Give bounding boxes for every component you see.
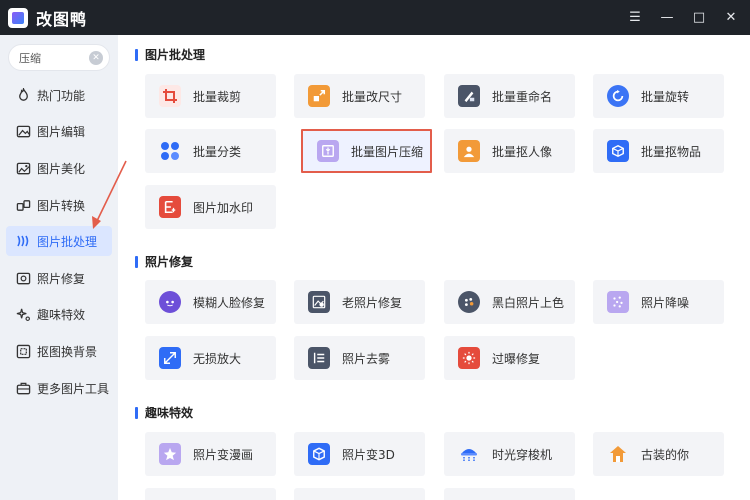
convert-icon — [15, 197, 31, 213]
menu-icon[interactable]: ☰ — [628, 10, 642, 25]
sidebar-item-label: 更多图片工具 — [37, 381, 110, 396]
watermark-icon — [159, 196, 181, 218]
card-partial — [145, 488, 276, 500]
card-partial — [294, 488, 425, 500]
card-ancient-costume[interactable]: 古装的你 — [593, 432, 724, 476]
sidebar-item-label: 照片修复 — [37, 271, 86, 286]
portrait-cutout-icon — [458, 140, 480, 162]
section-title-fun-effects: 趣味特效 — [135, 404, 193, 421]
photo-repair-icon — [15, 270, 31, 286]
card-dehaze[interactable]: 照片去雾 — [294, 336, 425, 380]
card-overexposure-repair[interactable]: 过曝修复 — [444, 336, 575, 380]
crop-icon — [159, 85, 181, 107]
card-face-repair[interactable]: 模糊人脸修复 — [145, 280, 276, 324]
sidebar-item-label: 热门功能 — [37, 88, 86, 103]
search-box: ✕ — [8, 44, 110, 71]
card-partial — [444, 488, 575, 500]
dehaze-icon — [308, 347, 330, 369]
search-input[interactable] — [19, 49, 89, 67]
clear-search-icon[interactable]: ✕ — [89, 51, 103, 65]
sidebar-item-label: 图片转换 — [37, 198, 86, 213]
cutout-icon — [15, 343, 31, 359]
card-batch-rotate[interactable]: 批量旋转 — [593, 74, 724, 118]
cube-3d-icon — [308, 443, 330, 465]
main-content: 图片批处理 批量裁剪 批量改尺寸 批量重命名 批量旋转 批量分类 批量图片压缩 … — [118, 35, 750, 500]
cartoon-icon — [159, 443, 181, 465]
section-title-photo-repair: 照片修复 — [135, 253, 193, 270]
card-batch-compress[interactable]: 批量图片压缩 — [301, 129, 432, 173]
window-controls: ☰ — □ ✕ — [628, 0, 738, 35]
card-batch-classify[interactable]: 批量分类 — [145, 129, 276, 173]
sidebar-item-effects[interactable]: 趣味特效 — [6, 299, 112, 329]
sidebar-item-label: 图片编辑 — [37, 124, 86, 139]
sidebar-item-batch[interactable]: 图片批处理 — [6, 226, 112, 256]
time-machine-icon — [458, 443, 480, 465]
card-batch-resize[interactable]: 批量改尺寸 — [294, 74, 425, 118]
sidebar-item-label: 趣味特效 — [37, 307, 86, 322]
image-edit-icon — [15, 123, 31, 139]
denoise-icon — [607, 291, 629, 313]
sidebar-item-convert[interactable]: 图片转换 — [6, 190, 112, 220]
image-beautify-icon — [15, 160, 31, 176]
section-title-batch: 图片批处理 — [135, 46, 205, 63]
app-title: 改图鸭 — [36, 9, 88, 29]
sidebar-item-edit[interactable]: 图片编辑 — [6, 116, 112, 146]
card-cartoon[interactable]: 照片变漫画 — [145, 432, 276, 476]
card-upscale[interactable]: 无损放大 — [145, 336, 276, 380]
exposure-icon — [458, 347, 480, 369]
sidebar-item-label: 抠图换背景 — [37, 344, 98, 359]
app-logo-icon — [8, 7, 28, 28]
resize-icon — [308, 85, 330, 107]
fire-icon — [15, 87, 31, 103]
upscale-icon — [159, 347, 181, 369]
card-colorize[interactable]: 黑白照片上色 — [444, 280, 575, 324]
old-photo-icon — [308, 291, 330, 313]
card-batch-watermark[interactable]: 图片加水印 — [145, 185, 276, 229]
sidebar-item-beautify[interactable]: 图片美化 — [6, 153, 112, 183]
sidebar: ✕ 热门功能 图片编辑 图片美化 图片转换 图片批处理 照片修复 — [0, 35, 118, 500]
minimize-icon[interactable]: — — [660, 10, 674, 25]
card-batch-crop[interactable]: 批量裁剪 — [145, 74, 276, 118]
ancient-costume-icon — [607, 443, 629, 465]
sidebar-item-hot[interactable]: 热门功能 — [6, 80, 112, 110]
close-icon[interactable]: ✕ — [724, 10, 738, 25]
sidebar-item-repair[interactable]: 照片修复 — [6, 263, 112, 293]
card-time-machine[interactable]: 时光穿梭机 — [444, 432, 575, 476]
colorize-icon — [458, 291, 480, 313]
sidebar-item-more-tools[interactable]: 更多图片工具 — [6, 373, 112, 403]
title-bar: 改图鸭 ☰ — □ ✕ — [0, 0, 750, 35]
maximize-icon[interactable]: □ — [692, 10, 706, 25]
sidebar-item-label: 图片美化 — [37, 161, 86, 176]
card-batch-rename[interactable]: 批量重命名 — [444, 74, 575, 118]
sidebar-item-cutout[interactable]: 抠图换背景 — [6, 336, 112, 366]
rotate-icon — [607, 85, 629, 107]
card-old-photo-repair[interactable]: 老照片修复 — [294, 280, 425, 324]
card-denoise[interactable]: 照片降噪 — [593, 280, 724, 324]
face-repair-icon — [159, 291, 181, 313]
rename-icon — [458, 85, 480, 107]
object-cutout-icon — [607, 140, 629, 162]
card-photo-to-3d[interactable]: 照片变3D — [294, 432, 425, 476]
sidebar-item-label: 图片批处理 — [37, 234, 98, 249]
card-batch-portrait-cutout[interactable]: 批量抠人像 — [444, 129, 575, 173]
batch-icon — [15, 233, 31, 249]
card-batch-object-cutout[interactable]: 批量抠物品 — [593, 129, 724, 173]
sparkle-icon — [15, 306, 31, 322]
classify-icon — [159, 140, 181, 162]
compress-icon — [317, 140, 339, 162]
toolbox-icon — [15, 380, 31, 396]
